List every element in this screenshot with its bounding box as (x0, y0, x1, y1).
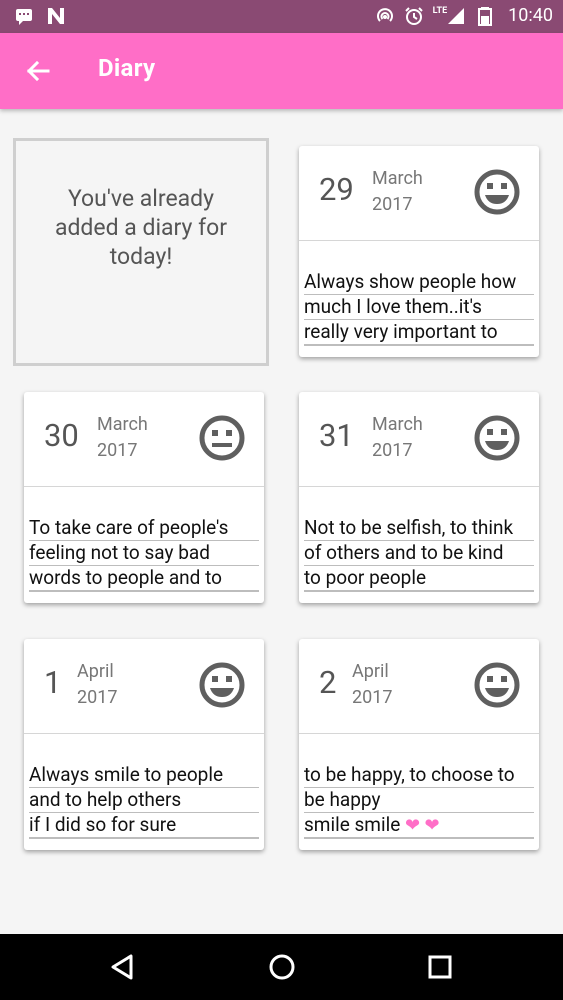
entry-year: 2017 (97, 440, 138, 461)
entry-text-line: Always show people how (304, 270, 534, 295)
system-nav-bar (0, 934, 563, 1000)
entry-text-line: really very important to (304, 320, 534, 345)
message-notification-icon (16, 9, 32, 25)
entry-month: March (372, 168, 423, 189)
page-title: Diary (98, 54, 156, 82)
entry-text: to be happy, to choose to be happy smile… (304, 763, 534, 838)
entry-text-line: feeling not to say bad (29, 541, 259, 566)
entry-month: March (97, 414, 148, 435)
note-rule (304, 838, 534, 839)
entry-text-line: to poor people (304, 566, 534, 591)
entry-day: 29 (319, 171, 354, 208)
entry-text: To take care of people's feeling not to … (29, 516, 259, 591)
recents-square-icon[interactable] (424, 951, 456, 983)
network-type-label: LTE (432, 6, 448, 16)
n-app-icon (48, 8, 64, 24)
entry-text-line: smile smile ❤ ❤ (304, 813, 534, 838)
diary-entry-card[interactable]: 1 April 2017 Always smile to people and … (24, 639, 264, 850)
entry-text-line: To take care of people's (29, 516, 259, 541)
entry-text: Always smile to people and to help other… (29, 763, 259, 838)
entry-month: April (352, 661, 389, 682)
entry-text-line: to be happy, to choose to (304, 763, 534, 788)
arrow-back-icon[interactable] (22, 55, 54, 87)
note-rule (29, 591, 259, 592)
entry-day: 30 (44, 417, 79, 454)
entry-text-line: much I love them..it's (304, 295, 534, 320)
entry-text-line-content: smile smile (304, 813, 401, 836)
alarm-icon (404, 7, 423, 25)
status-bar: LTE 10:40 (0, 0, 563, 33)
neutral-face-icon (199, 415, 245, 461)
entry-day: 2 (319, 664, 337, 701)
entry-year: 2017 (372, 440, 413, 461)
entry-date-header: 2 April 2017 (299, 639, 539, 734)
signal-icon (448, 8, 465, 24)
back-triangle-icon[interactable] (107, 951, 139, 983)
happy-face-icon (474, 415, 520, 461)
battery-icon (478, 7, 493, 26)
clock: 10:40 (508, 5, 553, 26)
entry-year: 2017 (77, 687, 118, 708)
entry-text-line: and to help others (29, 788, 259, 813)
entry-text-line: Not to be selfish, to think (304, 516, 534, 541)
entry-text-line: if I did so for sure (29, 813, 259, 838)
note-rule (29, 838, 259, 839)
hotspot-icon (376, 8, 393, 22)
note-rule (304, 591, 534, 592)
entry-text: Always show people how much I love them.… (304, 270, 534, 345)
app-bar: Diary (0, 33, 563, 109)
home-circle-icon[interactable] (266, 951, 298, 983)
entry-month: March (372, 414, 423, 435)
happy-face-icon (199, 662, 245, 708)
note-rule (304, 345, 534, 346)
entry-day: 1 (44, 664, 62, 701)
entry-text-line: of others and to be kind (304, 541, 534, 566)
happy-face-icon (474, 662, 520, 708)
notice-text: You've already added a diary for today! (54, 185, 228, 270)
entry-date-header: 31 March 2017 (299, 392, 539, 487)
entry-date-header: 30 March 2017 (24, 392, 264, 487)
entry-text: Not to be selfish, to think of others an… (304, 516, 534, 591)
already-added-notice: You've already added a diary for today! (13, 138, 269, 366)
diary-entry-card[interactable]: 30 March 2017 To take care of people's f… (24, 392, 264, 603)
entry-text-line: Always smile to people (29, 763, 259, 788)
happy-face-icon (474, 169, 520, 215)
heart-icon: ❤ ❤ (405, 815, 440, 836)
entry-date-header: 1 April 2017 (24, 639, 264, 734)
entry-text-line: be happy (304, 788, 534, 813)
entry-month: April (77, 661, 114, 682)
entry-day: 31 (319, 417, 354, 454)
diary-entry-card[interactable]: 31 March 2017 Not to be selfish, to thin… (299, 392, 539, 603)
diary-entry-card[interactable]: 2 April 2017 to be happy, to choose to b… (299, 639, 539, 850)
entry-year: 2017 (372, 194, 413, 215)
entry-year: 2017 (352, 687, 393, 708)
diary-entry-card[interactable]: 29 March 2017 Always show people how muc… (299, 146, 539, 357)
entry-text-line: words to people and to (29, 566, 259, 591)
entry-date-header: 29 March 2017 (299, 146, 539, 241)
